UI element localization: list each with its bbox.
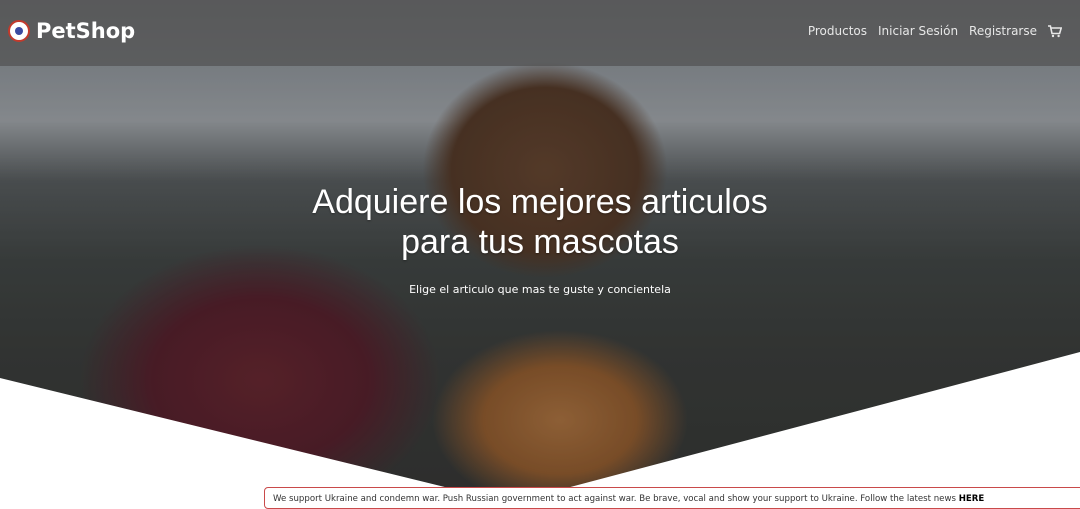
hero-title-line-2: para tus mascotas xyxy=(401,223,679,261)
nav-link-productos[interactable]: Productos xyxy=(808,24,867,38)
navbar: PetShop Productos Iniciar Sesión Registr… xyxy=(0,0,1080,66)
hero-title-line-1: Adquiere los mejores articulos xyxy=(312,183,768,221)
shopping-cart-icon[interactable] xyxy=(1048,24,1062,38)
nav-menu: Productos Iniciar Sesión Registrarse xyxy=(808,24,1062,38)
paw-logo-icon xyxy=(8,20,30,42)
hero-title: Adquiere los mejores articulos para tus … xyxy=(0,182,1080,262)
brand-link[interactable]: PetShop xyxy=(8,19,135,43)
hero-subtitle: Elige el articulo que mas te guste y con… xyxy=(409,283,671,296)
ukraine-support-banner: We support Ukraine and condemn war. Push… xyxy=(264,487,1080,509)
nav-link-iniciar-sesion[interactable]: Iniciar Sesión xyxy=(878,24,958,38)
nav-link-registrarse[interactable]: Registrarse xyxy=(969,24,1037,38)
brand-name: PetShop xyxy=(36,19,136,43)
